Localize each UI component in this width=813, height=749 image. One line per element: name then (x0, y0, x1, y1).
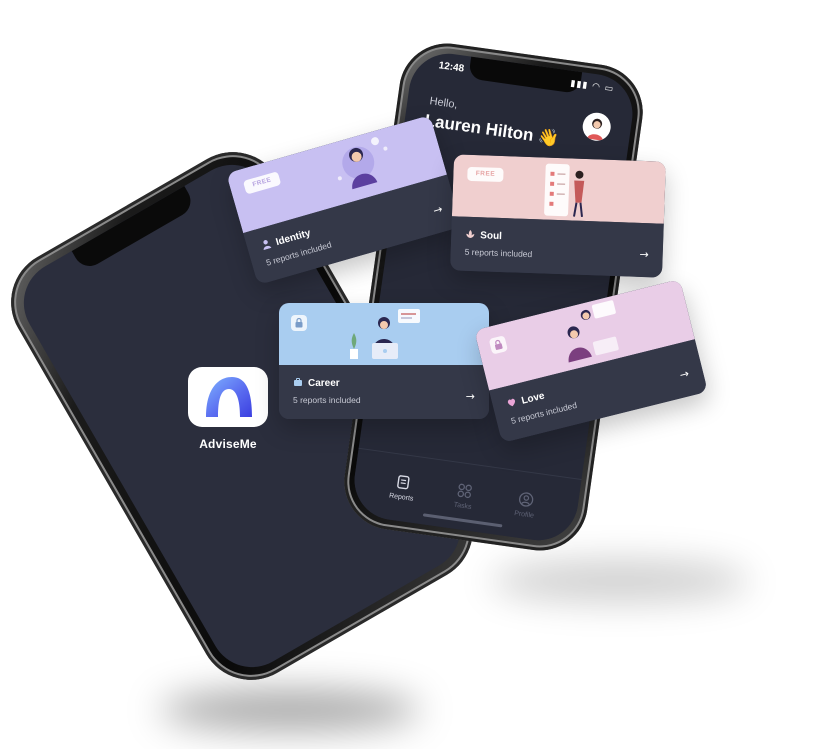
arrow-right-icon[interactable]: → (432, 203, 444, 218)
right-phone-screen: 12:48 ▮▮▮ ◠ ▭ Hello, Lauren Hilton 👋 Rep… (349, 48, 638, 546)
card-career-banner (279, 303, 489, 365)
briefcase-icon (294, 378, 302, 386)
arrow-right-icon[interactable]: → (466, 390, 475, 403)
app-name: AdviseMe (199, 437, 257, 451)
wifi-icon: ◠ (591, 81, 602, 93)
card-love-title: Love (506, 390, 546, 411)
card-career-title: Career (293, 377, 340, 389)
left-phone-shadow (160, 690, 420, 730)
tab-reports-label: Reports (388, 492, 414, 503)
card-career-title-text: Career (308, 378, 340, 389)
avatar[interactable] (580, 110, 613, 143)
reports-icon (397, 475, 410, 490)
left-phone-notch (71, 186, 197, 272)
heart-icon (507, 398, 516, 407)
tab-profile-label: Profile (513, 510, 535, 520)
status-icons: ▮▮▮ ◠ ▭ (570, 79, 615, 95)
app-launcher-item[interactable]: AdviseMe (186, 367, 270, 451)
card-soul-body: Soul 5 reports included → (450, 216, 664, 278)
profile-icon (518, 492, 534, 507)
lotus-icon (466, 229, 475, 238)
arrow-right-icon[interactable]: → (639, 248, 649, 261)
avatar-person-icon (586, 118, 603, 141)
card-career[interactable]: Career 5 reports included → (279, 303, 489, 419)
card-soul-banner: FREE (451, 154, 666, 224)
free-badge: FREE (467, 166, 504, 183)
promo-stage: AdviseMe 12:48 ▮▮▮ ◠ ▭ Hello, Lauren Hil… (0, 0, 813, 749)
card-soul-title-text: Soul (480, 230, 503, 243)
home-indicator (422, 513, 502, 528)
tab-profile[interactable]: Profile (497, 488, 554, 522)
advise-me-logo-icon[interactable] (188, 367, 268, 427)
status-time: 12:48 (437, 60, 465, 75)
tab-reports[interactable]: Reports (374, 471, 431, 505)
tab-tasks[interactable]: Tasks (435, 479, 492, 513)
card-soul-title: Soul (465, 229, 502, 242)
card-soul-subtitle: 5 reports included (464, 246, 533, 260)
card-career-body: Career 5 reports included → (279, 365, 489, 419)
card-soul[interactable]: FREE Soul 5 reports included → (450, 154, 666, 278)
right-phone-notch (467, 56, 582, 94)
arrow-right-icon[interactable]: → (678, 367, 690, 382)
greeting-text: Hello, (428, 95, 459, 112)
soul-illustration (544, 163, 585, 217)
tab-tasks-label: Tasks (453, 501, 472, 511)
tasks-icon (457, 483, 472, 499)
battery-icon: ▭ (603, 83, 615, 95)
lock-icon (291, 315, 307, 331)
card-love-title-text: Love (520, 390, 546, 407)
right-phone-shadow (490, 560, 750, 602)
user-name: Lauren Hilton 👋 (423, 110, 561, 149)
person-icon (263, 240, 272, 251)
career-illustration (350, 309, 420, 359)
right-phone: 12:48 ▮▮▮ ◠ ▭ Hello, Lauren Hilton 👋 Rep… (338, 37, 649, 557)
card-career-subtitle: 5 reports included (293, 395, 361, 405)
